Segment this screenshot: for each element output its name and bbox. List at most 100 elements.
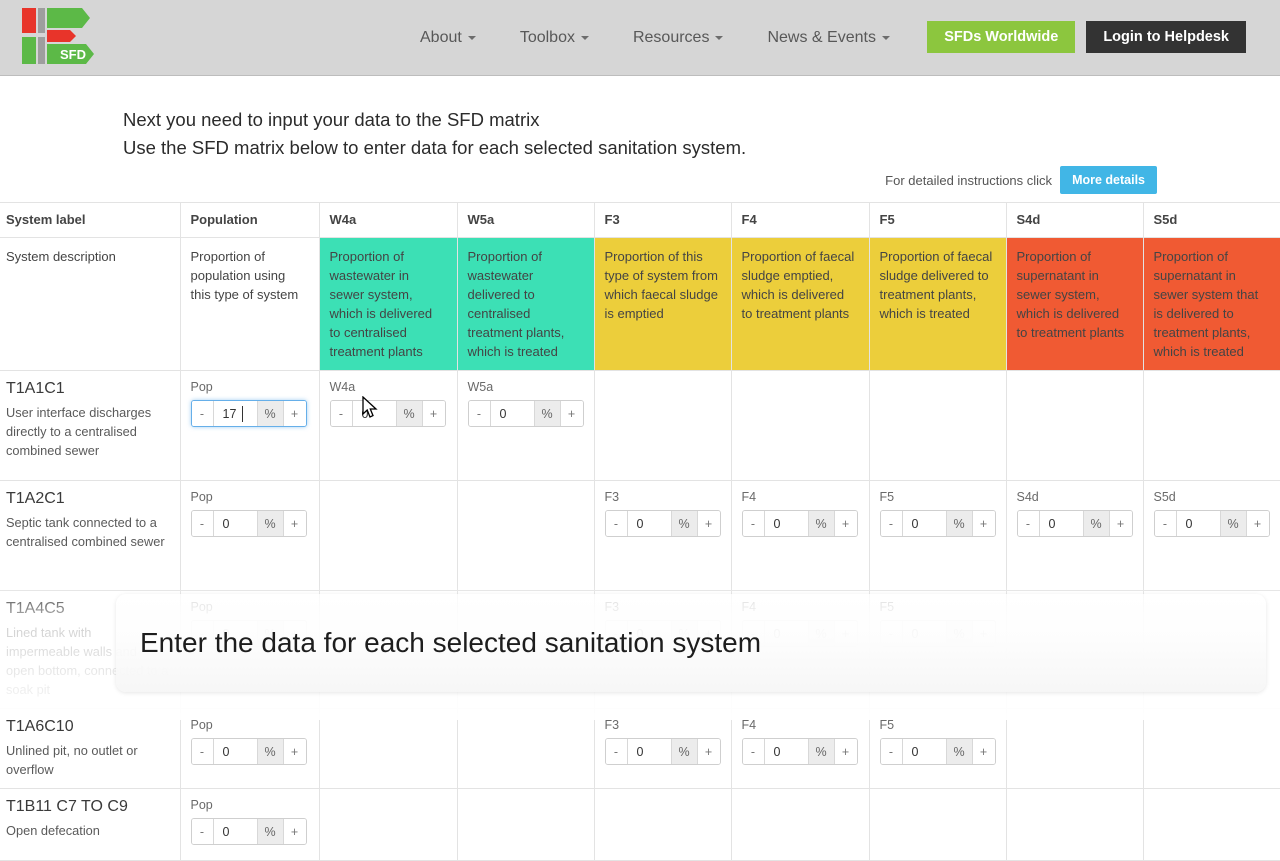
column-header-f4: F4 bbox=[731, 202, 870, 238]
percent-stepper[interactable]: -0%+ bbox=[190, 510, 307, 537]
matrix-cell bbox=[457, 480, 595, 591]
decrement-button[interactable]: - bbox=[468, 401, 491, 426]
percent-stepper[interactable]: -0%+ bbox=[190, 818, 307, 845]
percent-unit: % bbox=[946, 511, 973, 536]
percent-stepper[interactable]: -17% + bbox=[190, 400, 307, 427]
increment-button[interactable]: + bbox=[560, 401, 583, 426]
matrix-row: T1B11 C7 TO C9 Open defecation Pop -0% + bbox=[0, 788, 1280, 861]
percent-unit: % bbox=[808, 739, 835, 764]
decrement-button[interactable]: - bbox=[330, 401, 353, 426]
value-input[interactable]: 0 bbox=[213, 511, 258, 536]
column-header-system-label: System label bbox=[0, 202, 181, 238]
field-label: S4d bbox=[1016, 490, 1039, 504]
more-details-button[interactable]: More details bbox=[1060, 166, 1157, 194]
description-cell-f4: Proportion of faecal sludge emptied, whi… bbox=[731, 237, 870, 371]
field-label: F3 bbox=[604, 718, 620, 732]
field-label: Pop bbox=[190, 380, 213, 394]
matrix-cell: F4 -0%+ bbox=[731, 480, 870, 591]
decrement-button[interactable]: - bbox=[191, 739, 214, 764]
increment-button[interactable]: + bbox=[283, 401, 306, 426]
matrix-row: T1A1C1 User interface discharges directly… bbox=[0, 370, 1280, 481]
decrement-button[interactable]: - bbox=[191, 819, 214, 844]
increment-button[interactable]: + bbox=[283, 819, 306, 844]
percent-stepper[interactable]: -0%+ bbox=[879, 738, 996, 765]
field-label: F5 bbox=[879, 490, 895, 504]
decrement-button[interactable]: - bbox=[742, 739, 765, 764]
increment-button[interactable]: + bbox=[1109, 511, 1132, 536]
increment-button[interactable]: + bbox=[697, 511, 720, 536]
percent-stepper[interactable]: -0%+ bbox=[604, 510, 721, 537]
chevron-down-icon bbox=[881, 36, 890, 40]
increment-button[interactable]: + bbox=[834, 511, 857, 536]
decrement-button[interactable]: - bbox=[191, 511, 214, 536]
percent-stepper[interactable]: -0%+ bbox=[1016, 510, 1133, 537]
decrement-button[interactable]: - bbox=[1154, 511, 1177, 536]
value-input[interactable]: 0 bbox=[490, 401, 535, 426]
field-label: S5d bbox=[1153, 490, 1176, 504]
percent-stepper[interactable]: -0%+ bbox=[879, 510, 996, 537]
value-input[interactable]: 0 bbox=[902, 511, 947, 536]
login-to-helpdesk-button[interactable]: Login to Helpdesk bbox=[1086, 21, 1246, 53]
description-cell-w4a: Proportion of wastewater in sewer system… bbox=[319, 237, 458, 371]
value-input[interactable]: 0 bbox=[213, 739, 258, 764]
percent-unit: % bbox=[257, 511, 284, 536]
value-input[interactable]: 0 bbox=[213, 819, 258, 844]
percent-unit: % bbox=[1083, 511, 1110, 536]
main-navigation: About Toolbox Resources News & Events bbox=[420, 0, 890, 76]
nav-label-resources: Resources bbox=[632, 29, 710, 46]
increment-button[interactable]: + bbox=[283, 739, 306, 764]
value-input[interactable]: 0 bbox=[902, 739, 947, 764]
increment-button[interactable]: + bbox=[972, 511, 995, 536]
decrement-button[interactable]: - bbox=[880, 511, 903, 536]
decrement-button[interactable]: - bbox=[1017, 511, 1040, 536]
system-label-cell: T1A2C1 Septic tank connected to a central… bbox=[0, 480, 181, 591]
percent-stepper[interactable]: -0%+ bbox=[741, 738, 858, 765]
percent-stepper[interactable]: -0%+ bbox=[190, 738, 307, 765]
nav-item-toolbox[interactable]: Toolbox bbox=[520, 29, 589, 47]
matrix-cell bbox=[869, 788, 1007, 861]
matrix-cell bbox=[319, 480, 458, 591]
percent-stepper[interactable]: -0%+ bbox=[329, 400, 446, 427]
value-input[interactable]: 0 bbox=[1176, 511, 1221, 536]
nav-item-about[interactable]: About bbox=[420, 29, 476, 47]
nav-label-news-events: News & Events bbox=[767, 29, 876, 46]
value-input[interactable]: 0 bbox=[764, 739, 809, 764]
increment-button[interactable]: + bbox=[697, 739, 720, 764]
matrix-cell: F5 -0%+ bbox=[869, 480, 1007, 591]
percent-stepper[interactable]: -0%+ bbox=[604, 738, 721, 765]
field-label: F4 bbox=[741, 490, 757, 504]
matrix-cell: S5d -0% + bbox=[1143, 480, 1280, 591]
increment-button[interactable]: + bbox=[972, 739, 995, 764]
decrement-button[interactable]: - bbox=[880, 739, 903, 764]
sfds-worldwide-button[interactable]: SFDs Worldwide bbox=[927, 21, 1076, 53]
decrement-button[interactable]: - bbox=[605, 511, 628, 536]
nav-item-resources[interactable]: Resources bbox=[632, 29, 724, 47]
decrement-button[interactable]: - bbox=[605, 739, 628, 764]
increment-button[interactable]: + bbox=[1246, 511, 1269, 536]
increment-button[interactable]: + bbox=[283, 511, 306, 536]
matrix-header: System label Population W4a W5a F3 F4 F5… bbox=[0, 202, 1280, 238]
percent-stepper[interactable]: -0%+ bbox=[741, 510, 858, 537]
value-input[interactable]: 0 bbox=[1039, 511, 1084, 536]
matrix-row: T1A6C10 Unlined pit, no outlet or overflo… bbox=[0, 708, 1280, 789]
matrix-cell: F3 -0%+ bbox=[594, 480, 732, 591]
percent-stepper[interactable]: -0%+ bbox=[1153, 510, 1270, 537]
decrement-button[interactable]: - bbox=[742, 511, 765, 536]
value-input[interactable]: 17 bbox=[213, 401, 258, 426]
nav-item-news-events[interactable]: News & Events bbox=[767, 29, 890, 47]
system-description: Unlined pit, no outlet or overflow bbox=[6, 743, 138, 777]
value-input[interactable]: 0 bbox=[352, 401, 397, 426]
sfd-logo[interactable]: SFD bbox=[20, 6, 98, 68]
system-label-cell: T1A6C10 Unlined pit, no outlet or overflo… bbox=[0, 708, 181, 789]
value-input[interactable]: 0 bbox=[764, 511, 809, 536]
increment-button[interactable]: + bbox=[422, 401, 445, 426]
matrix-cell bbox=[594, 370, 732, 481]
increment-button[interactable]: + bbox=[834, 739, 857, 764]
value-input[interactable]: 0 bbox=[627, 739, 672, 764]
matrix-cell: Pop -0%+ bbox=[180, 788, 320, 861]
percent-unit: % bbox=[396, 401, 423, 426]
field-label: F5 bbox=[879, 718, 895, 732]
value-input[interactable]: 0 bbox=[627, 511, 672, 536]
decrement-button[interactable]: - bbox=[191, 401, 214, 426]
percent-stepper[interactable]: -0%+ bbox=[467, 400, 584, 427]
